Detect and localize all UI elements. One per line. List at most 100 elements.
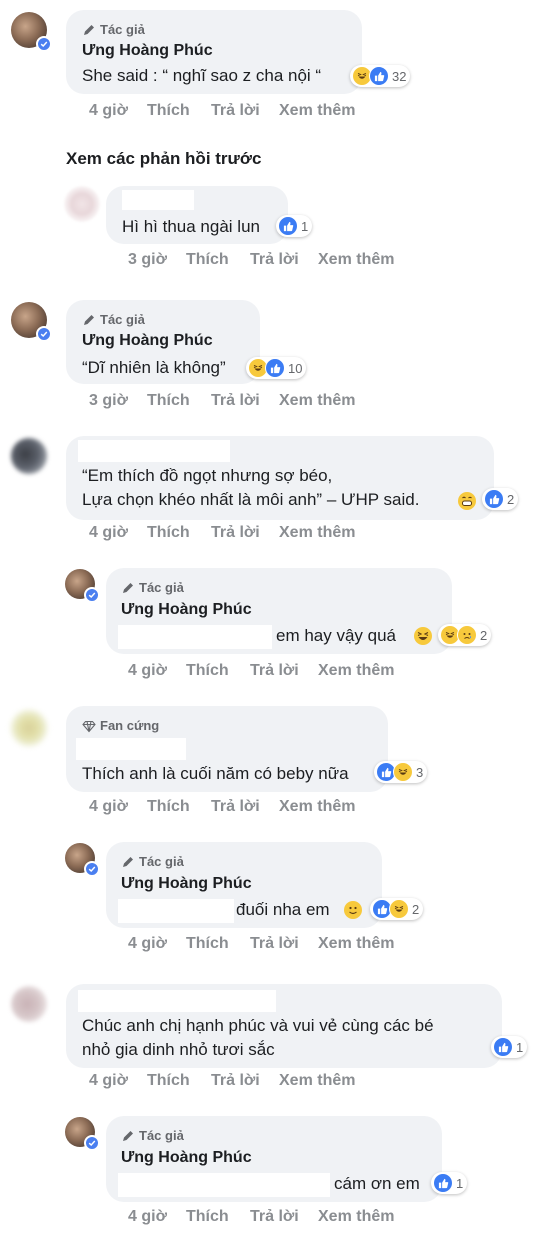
like-link[interactable]: Thích — [147, 102, 211, 120]
like-link[interactable]: Thích — [186, 935, 250, 953]
commenter-name[interactable]: Ưng Hoàng Phúc — [121, 875, 252, 893]
comment-actions: 4 giờ Thích Trả lời Xem thêm — [89, 1072, 355, 1090]
diamond-icon — [82, 720, 96, 732]
see-more-link[interactable]: Xem thêm — [318, 1208, 394, 1226]
like-icon — [278, 216, 298, 236]
see-more-link[interactable]: Xem thêm — [279, 102, 355, 120]
verified-check-icon — [84, 1135, 100, 1151]
reply-link[interactable]: Trả lời — [211, 1072, 279, 1090]
comment-time[interactable]: 4 giờ — [128, 662, 186, 680]
user-avatar[interactable] — [64, 186, 100, 222]
reaction-summary[interactable]: 2 — [370, 898, 424, 920]
reply-link[interactable]: Trả lời — [250, 251, 318, 269]
comment-time[interactable]: 3 giờ — [128, 251, 186, 269]
comment-time[interactable]: 3 giờ — [89, 392, 147, 410]
redacted-mention — [118, 1173, 330, 1197]
reply-link[interactable]: Trả lời — [211, 524, 279, 542]
author-avatar[interactable] — [65, 569, 100, 603]
haha-icon — [393, 762, 413, 782]
grin-emoji-icon — [458, 492, 476, 510]
user-avatar[interactable] — [11, 710, 47, 746]
like-icon — [265, 358, 285, 378]
author-badge: Tác giả — [82, 22, 145, 37]
comment-text: She said : “ nghĩ sao z cha nội “ — [82, 66, 322, 85]
like-link[interactable]: Thích — [147, 798, 211, 816]
see-previous-replies-link[interactable]: Xem các phản hồi trước — [66, 149, 261, 169]
comment-text: Thích anh là cuối năm có beby nữa — [82, 764, 349, 783]
see-more-link[interactable]: Xem thêm — [318, 662, 394, 680]
reply-link[interactable]: Trả lời — [250, 935, 318, 953]
verified-check-icon — [36, 36, 52, 52]
see-more-link[interactable]: Xem thêm — [318, 251, 394, 269]
like-link[interactable]: Thích — [186, 662, 250, 680]
comment-actions: 4 giờ Thích Trả lời Xem thêm — [128, 935, 394, 953]
comment-text: cám ơn em — [334, 1174, 420, 1193]
comment-time[interactable]: 4 giờ — [128, 1208, 186, 1226]
like-icon — [493, 1037, 513, 1057]
see-more-link[interactable]: Xem thêm — [279, 798, 355, 816]
smile-emoji-icon — [344, 901, 362, 919]
comment-actions: 3 giờ Thích Trả lời Xem thêm — [128, 251, 394, 269]
comment-actions: 4 giờ Thích Trả lời Xem thêm — [89, 102, 355, 120]
reaction-summary[interactable]: 10 — [246, 357, 307, 379]
redacted-mention — [118, 625, 272, 649]
commenter-name[interactable]: Ưng Hoàng Phúc — [121, 1149, 252, 1167]
like-icon — [484, 489, 504, 509]
reply-link[interactable]: Trả lời — [250, 1208, 318, 1226]
comment-actions: 3 giờ Thích Trả lời Xem thêm — [89, 392, 355, 410]
reply-link[interactable]: Trả lời — [211, 102, 279, 120]
see-more-link[interactable]: Xem thêm — [279, 524, 355, 542]
like-icon — [433, 1173, 453, 1193]
comment-time[interactable]: 4 giờ — [89, 798, 147, 816]
redacted-name — [76, 738, 186, 760]
author-badge: Tác giả — [121, 854, 184, 869]
reaction-summary[interactable]: 3 — [374, 761, 428, 783]
reaction-summary[interactable]: 1 — [276, 215, 313, 237]
redacted-mention — [118, 899, 234, 923]
comment-time[interactable]: 4 giờ — [89, 1072, 147, 1090]
comment-time[interactable]: 4 giờ — [89, 102, 147, 120]
user-avatar[interactable] — [11, 438, 47, 474]
fan-badge: Fan cứng — [82, 718, 159, 733]
like-link[interactable]: Thích — [147, 392, 211, 410]
see-more-link[interactable]: Xem thêm — [279, 1072, 355, 1090]
reaction-summary[interactable]: 1 — [491, 1036, 528, 1058]
see-more-link[interactable]: Xem thêm — [279, 392, 355, 410]
reply-link[interactable]: Trả lời — [211, 392, 279, 410]
comment-text: em hay vậy quá — [276, 626, 397, 645]
comment-actions: 4 giờ Thích Trả lời Xem thêm — [128, 662, 394, 680]
author-avatar[interactable] — [65, 843, 100, 877]
like-link[interactable]: Thích — [186, 251, 250, 269]
reaction-summary[interactable]: 1 — [431, 1172, 468, 1194]
comment-text-line-1: Chúc anh chị hạnh phúc và vui vẻ cùng cá… — [82, 1016, 434, 1035]
author-avatar[interactable] — [11, 302, 52, 342]
like-link[interactable]: Thích — [186, 1208, 250, 1226]
comment-text-line-2: nhỏ gia dinh nhỏ tươi sắc — [82, 1040, 275, 1059]
commenter-name[interactable]: Ưng Hoàng Phúc — [82, 332, 213, 350]
reaction-summary[interactable]: 2 — [482, 488, 519, 510]
user-avatar[interactable] — [11, 986, 47, 1022]
comment-text: đuối nha em — [236, 900, 330, 919]
like-link[interactable]: Thích — [147, 1072, 211, 1090]
author-avatar[interactable] — [65, 1117, 100, 1151]
see-more-link[interactable]: Xem thêm — [318, 935, 394, 953]
pencil-icon — [123, 582, 133, 593]
reaction-summary[interactable]: 32 — [350, 65, 411, 87]
comment-actions: 4 giờ Thích Trả lời Xem thêm — [89, 798, 355, 816]
reaction-summary[interactable]: 2 — [438, 624, 492, 646]
verified-check-icon — [84, 587, 100, 603]
like-link[interactable]: Thích — [147, 524, 211, 542]
pencil-icon — [123, 1130, 133, 1141]
reply-link[interactable]: Trả lời — [250, 662, 318, 680]
comment-time[interactable]: 4 giờ — [128, 935, 186, 953]
author-badge: Tác giả — [82, 312, 145, 327]
sad-icon — [457, 625, 477, 645]
author-avatar[interactable] — [11, 12, 52, 52]
reply-link[interactable]: Trả lời — [211, 798, 279, 816]
comment-text-line-1: “Em thích đồ ngọt nhưng sợ béo, — [82, 466, 333, 485]
comment-time[interactable]: 4 giờ — [89, 524, 147, 542]
redacted-name — [122, 190, 194, 210]
commenter-name[interactable]: Ưng Hoàng Phúc — [121, 601, 252, 619]
commenter-name[interactable]: Ưng Hoàng Phúc — [82, 42, 213, 60]
redacted-name — [78, 990, 276, 1012]
